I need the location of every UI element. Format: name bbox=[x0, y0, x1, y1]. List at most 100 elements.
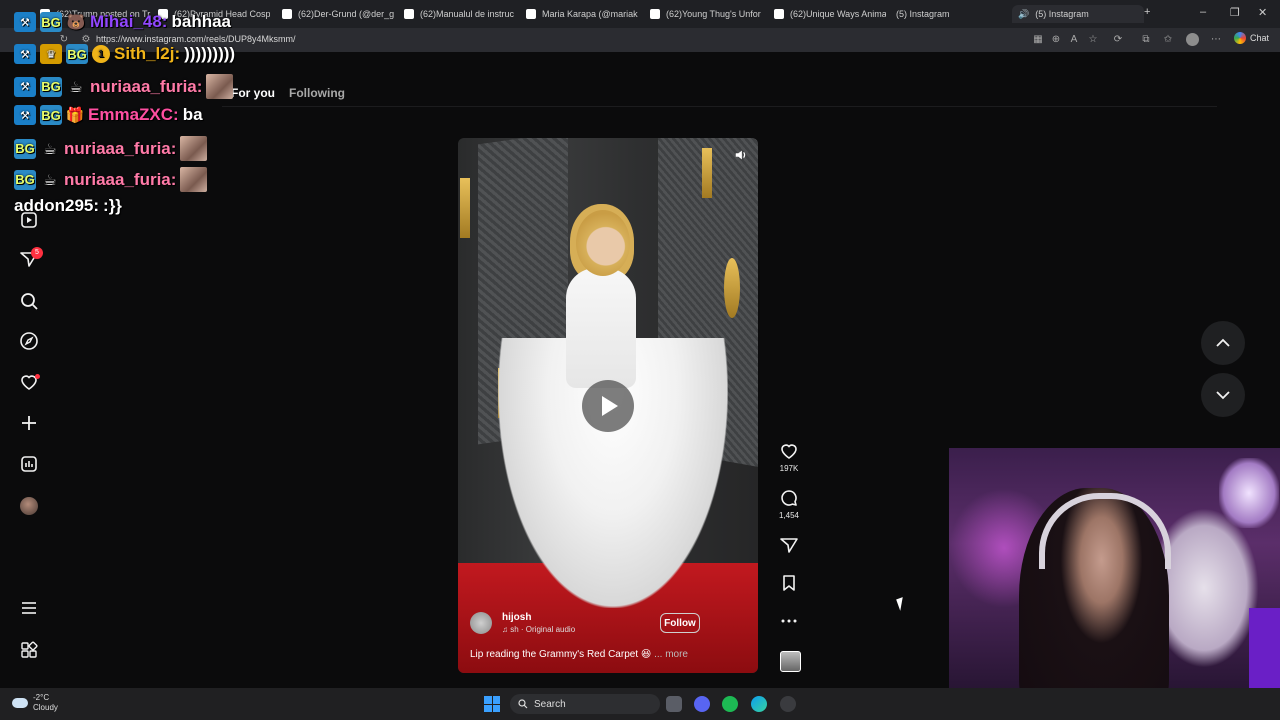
new-tab-button[interactable]: + bbox=[1144, 6, 1150, 18]
copilot-icon bbox=[1234, 32, 1246, 44]
tiktok-icon bbox=[774, 9, 784, 19]
audio-thumbnail[interactable] bbox=[780, 651, 801, 672]
discord-icon[interactable] bbox=[694, 696, 710, 712]
emoji-icon: 🐻 bbox=[66, 14, 86, 31]
file-explorer-icon[interactable] bbox=[666, 696, 682, 712]
browser-tab[interactable]: (62)Manualul de instruc bbox=[404, 5, 516, 23]
more-options-icon[interactable]: ⋯ bbox=[1210, 34, 1222, 46]
play-button[interactable] bbox=[582, 380, 634, 432]
like-heart-icon[interactable] bbox=[779, 441, 799, 461]
tiktok-icon bbox=[526, 9, 536, 19]
face bbox=[576, 210, 630, 276]
torso bbox=[566, 268, 636, 388]
subscriber-badge-icon: BG bbox=[66, 44, 88, 64]
share-send-icon[interactable] bbox=[779, 535, 799, 555]
subscriber-badge-icon: BG bbox=[40, 12, 62, 32]
chat-message: ⚒ BG 🐻 Mihai_48: bahhaa bbox=[14, 12, 231, 32]
profile-avatar[interactable] bbox=[20, 497, 38, 515]
chevron-down-icon bbox=[1216, 391, 1230, 400]
new-activity-dot bbox=[35, 374, 40, 379]
music-note-icon: ♫ bbox=[502, 625, 511, 634]
copilot-chat-button[interactable]: Chat bbox=[1234, 32, 1269, 44]
browser-tab[interactable]: (5) Instagram bbox=[896, 5, 1008, 23]
feed-divider bbox=[222, 106, 1217, 107]
browser-tab[interactable]: (62)Young Thug's Unfor bbox=[650, 5, 762, 23]
chat-message: ⚒ BG ☕ nuriaaa_furia: bbox=[14, 74, 234, 99]
create-plus-icon[interactable] bbox=[19, 413, 39, 433]
reel-caption: Lip reading the Grammy's Red Carpet 😆 ..… bbox=[470, 649, 688, 660]
browser-tab[interactable]: (62)Der-Grund (@der_g bbox=[282, 5, 394, 23]
coffee-cup-icon: ☕ bbox=[69, 78, 83, 96]
like-count: 197K bbox=[779, 464, 799, 473]
moderator-badge-icon: ⚒ bbox=[14, 105, 36, 125]
search-icon[interactable] bbox=[19, 291, 39, 311]
browser-profile-avatar[interactable] bbox=[1186, 33, 1199, 46]
subscriber-badge-icon: BG bbox=[40, 105, 62, 125]
gift-count-badge-icon: 1 bbox=[92, 45, 110, 63]
chat-message: addon295: :}} bbox=[14, 196, 122, 215]
emote-image bbox=[206, 74, 234, 99]
tiktok-icon bbox=[282, 9, 292, 19]
creator-avatar[interactable] bbox=[470, 612, 492, 634]
browser-tab[interactable]: Maria Karapa (@mariak bbox=[526, 5, 638, 23]
cloud-icon bbox=[12, 698, 28, 708]
edge-browser-icon[interactable] bbox=[751, 696, 767, 712]
coffee-cup-icon: ☕ bbox=[43, 171, 57, 189]
search-icon bbox=[518, 699, 528, 709]
zoom-icon[interactable]: ⊕ bbox=[1050, 34, 1062, 46]
minimize-button[interactable]: – bbox=[1200, 6, 1206, 18]
extensions-icon[interactable]: ⧉ bbox=[1140, 34, 1152, 46]
menu-hamburger-icon[interactable] bbox=[19, 598, 39, 618]
subscriber-badge-icon: BG bbox=[14, 138, 36, 159]
feed-tabs: For you Following bbox=[231, 86, 345, 100]
dashboard-icon[interactable] bbox=[19, 454, 39, 474]
moderator-badge-icon: ⚒ bbox=[14, 44, 36, 64]
more-link[interactable]: ... more bbox=[654, 649, 688, 660]
crown-badge-icon: ♛ bbox=[40, 44, 62, 64]
trophy-decoration bbox=[724, 258, 740, 318]
purple-light bbox=[1249, 608, 1280, 698]
emote-image bbox=[180, 136, 208, 161]
spotify-icon[interactable] bbox=[722, 696, 738, 712]
audio-track[interactable]: ♫ sh · Original audio bbox=[502, 625, 575, 634]
taskbar-search[interactable]: Search bbox=[510, 694, 660, 714]
windows-start-icon[interactable] bbox=[484, 696, 500, 712]
obs-icon[interactable] bbox=[780, 696, 796, 712]
chat-message: BG ☕ nuriaaa_furia: bbox=[14, 136, 208, 161]
trophy-decoration bbox=[460, 178, 470, 238]
comment-icon[interactable] bbox=[779, 488, 799, 508]
more-options-icon[interactable] bbox=[779, 611, 799, 631]
chat-message: ⚒ BG 🎁 EmmaZXC: ba bbox=[14, 105, 203, 125]
read-aloud-icon[interactable]: A bbox=[1068, 34, 1080, 46]
tab-for-you[interactable]: For you bbox=[231, 86, 275, 100]
moderator-badge-icon: ⚒ bbox=[14, 12, 36, 32]
volume-icon[interactable] bbox=[734, 148, 748, 162]
coffee-cup-icon: ☕ bbox=[43, 140, 57, 158]
explore-icon[interactable] bbox=[19, 331, 39, 351]
save-bookmark-icon[interactable] bbox=[779, 573, 799, 593]
follow-button[interactable]: Follow bbox=[660, 613, 700, 633]
weather-widget[interactable]: -2°C Cloudy bbox=[12, 693, 58, 713]
notification-badge: 5 bbox=[31, 247, 43, 259]
tab-following[interactable]: Following bbox=[289, 86, 345, 100]
close-window-button[interactable]: ✕ bbox=[1258, 6, 1267, 19]
refresh-icon[interactable]: ⟳ bbox=[1112, 34, 1124, 46]
favorites-icon[interactable]: ✩ bbox=[1162, 34, 1174, 46]
also-from-meta-icon[interactable] bbox=[19, 640, 39, 660]
browser-tab[interactable]: (62)Unique Ways Anima bbox=[774, 5, 886, 23]
previous-reel-button[interactable] bbox=[1201, 321, 1245, 365]
maximize-button[interactable]: ❐ bbox=[1230, 6, 1240, 19]
favorite-star-icon[interactable]: ☆ bbox=[1087, 34, 1099, 46]
webcam-overlay bbox=[949, 448, 1280, 720]
speaker-icon: 🔊 bbox=[1018, 8, 1030, 19]
trophy-decoration bbox=[702, 148, 712, 198]
subscriber-badge-icon: BG bbox=[40, 76, 62, 97]
moderator-badge-icon: ⚒ bbox=[14, 76, 36, 97]
creator-username[interactable]: hijosh bbox=[502, 612, 531, 623]
next-reel-button[interactable] bbox=[1201, 373, 1245, 417]
browser-tab-active[interactable]: 🔊 (5) Instagram bbox=[1012, 5, 1144, 23]
url-field[interactable]: https://www.instagram.com/reels/DUP8y4Mk… bbox=[96, 34, 296, 44]
tiktok-icon bbox=[404, 9, 414, 19]
gift-icon: 🎁 bbox=[65, 107, 85, 124]
app-icon[interactable]: ▦ bbox=[1032, 34, 1044, 46]
